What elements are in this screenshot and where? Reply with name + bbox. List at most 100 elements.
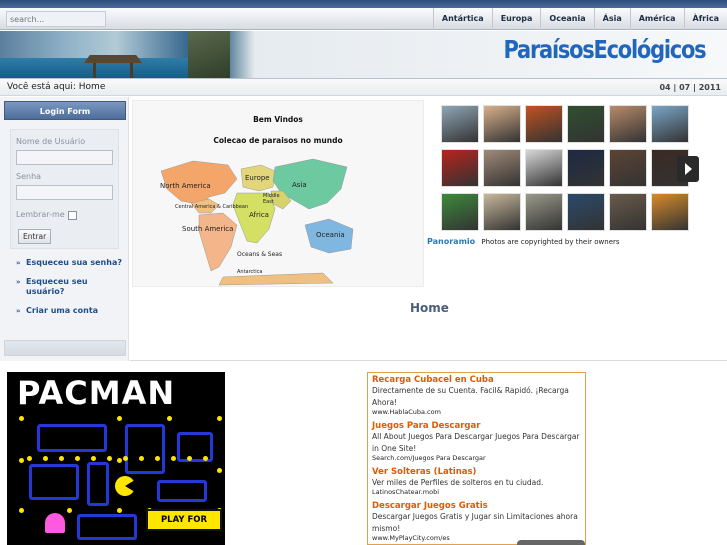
ad-item[interactable]: Descargar Juegos Gratis Descargar Juegos…: [368, 499, 585, 544]
nav-asia[interactable]: Ásia: [593, 8, 630, 30]
password-field[interactable]: [16, 185, 113, 200]
panoramio-caption: Photos are copyrighted by their owners: [481, 238, 620, 246]
forgot-username-link[interactable]: » Esqueceu seu usuário?: [16, 277, 126, 297]
forgot-password-link[interactable]: » Esqueceu sua senha?: [16, 258, 126, 268]
map-label-oceans: Oceans & Seas: [237, 251, 283, 258]
pellet-icon: [43, 456, 48, 461]
photo-thumbnail[interactable]: [567, 105, 605, 143]
remember-checkbox[interactable]: [68, 211, 77, 220]
photo-thumbnail[interactable]: [525, 149, 563, 187]
ad-description: All About Juegos Para Descargar Juegos P…: [372, 432, 580, 453]
ad-item[interactable]: Juegos Para Descargar All About Juegos P…: [368, 419, 585, 465]
header-banner: ParaísosEcológicos: [0, 31, 727, 78]
photo-thumbnail[interactable]: [483, 193, 521, 231]
map-label-africa: Africa: [249, 211, 269, 219]
pellet-icon: [171, 456, 176, 461]
ad-description: Descargar Juegos Gratis y Jugar sin Limi…: [372, 512, 578, 533]
photo-thumbnail[interactable]: [609, 149, 647, 187]
ghost-icon: [45, 513, 65, 533]
sidebar-footer: [4, 340, 126, 356]
map-label-south-america: South America: [182, 225, 234, 233]
photo-thumbnail[interactable]: [525, 193, 563, 231]
map-label-europe: Europe: [245, 174, 270, 182]
pacman-ad-title: PACMAN: [17, 374, 176, 412]
ad-description: Ver miles de Perfiles de solteros en tu …: [372, 478, 544, 487]
pellet-icon: [91, 456, 96, 461]
nav-africa[interactable]: Àfrica: [683, 8, 727, 30]
photo-thumbnail[interactable]: [651, 193, 689, 231]
ads-by-google-tab[interactable]: [517, 540, 585, 545]
ad-url[interactable]: Search.com/Juegos Para Descargar: [372, 455, 581, 462]
ad-title[interactable]: Descargar Juegos Gratis: [372, 501, 581, 511]
ad-url[interactable]: www.HablaCuba.com: [372, 409, 581, 416]
pellet-icon: [59, 456, 64, 461]
forgot-password-text: Esqueceu sua senha?: [26, 258, 122, 267]
sponsored-ads-box: Recarga Cubacel en Cuba Directamente de …: [367, 372, 586, 545]
photo-thumbnail[interactable]: [483, 149, 521, 187]
nav-europa[interactable]: Europa: [491, 8, 541, 30]
username-field[interactable]: [16, 150, 113, 165]
banner-hut-image: [84, 55, 142, 63]
panoramio-logo[interactable]: Panoramio: [427, 237, 475, 246]
photo-thumbnail[interactable]: [609, 105, 647, 143]
pellet-icon: [117, 416, 122, 421]
breadcrumb-bar: Você está aqui: Home 04 | 07 | 2011: [0, 78, 727, 96]
photo-thumbnail[interactable]: [609, 193, 647, 231]
bullet-icon: »: [16, 307, 21, 315]
bullet-icon: »: [16, 278, 21, 286]
login-submit-button[interactable]: Entrar: [18, 229, 52, 244]
password-label: Senha: [16, 172, 42, 181]
bullet-icon: »: [16, 259, 21, 267]
pellet-icon: [75, 456, 80, 461]
map-label-middle-east: Middle East: [263, 193, 280, 205]
pellet-icon: [139, 456, 144, 461]
banner-hut-post: [93, 63, 96, 78]
pellet-icon: [27, 456, 32, 461]
breadcrumb-prefix: Você está aqui:: [7, 82, 76, 92]
maze-wall: [87, 462, 109, 506]
breadcrumb-current: Home: [78, 82, 106, 92]
nav-america[interactable]: América: [629, 8, 684, 30]
play-for-free-button[interactable]: PLAY FOR FREE: [146, 509, 222, 543]
pellet-icon: [155, 456, 160, 461]
panoramio-photo-grid: [427, 100, 723, 248]
maze-wall: [77, 514, 137, 540]
site-logo-title[interactable]: ParaísosEcológicos: [503, 35, 706, 64]
pellet-icon: [217, 416, 222, 421]
photo-thumbnail[interactable]: [441, 105, 479, 143]
map-label-antarctica: Antarctica: [237, 269, 263, 275]
region-nav: Antártica Europa Oceania Ásia América Àf…: [432, 8, 727, 30]
next-arrow-icon[interactable]: [677, 156, 699, 182]
maze-wall: [125, 424, 165, 474]
photo-thumbnail[interactable]: [441, 149, 479, 187]
pellet-icon: [217, 468, 222, 473]
photo-thumbnail[interactable]: [567, 149, 605, 187]
create-account-link[interactable]: » Criar uma conta: [16, 306, 126, 316]
ad-item[interactable]: Recarga Cubacel en Cuba Directamente de …: [368, 373, 585, 419]
pellet-icon: [19, 508, 24, 513]
photo-thumbnail[interactable]: [525, 105, 563, 143]
ad-title[interactable]: Recarga Cubacel en Cuba: [372, 375, 581, 385]
map-label-oceania: Oceania: [316, 231, 345, 239]
ad-title[interactable]: Juegos Para Descargar: [372, 421, 581, 431]
photo-thumbnail[interactable]: [483, 105, 521, 143]
photo-thumbnail[interactable]: [567, 193, 605, 231]
photo-thumbnail[interactable]: [651, 105, 689, 143]
pacman-ad-banner[interactable]: PACMAN PLAY FOR FREE: [7, 372, 225, 545]
pellet-icon: [187, 456, 192, 461]
map-label-north-america: North America: [160, 182, 211, 190]
ad-item[interactable]: Ver Solteras (Latinas) Ver miles de Perf…: [368, 465, 585, 499]
ad-title[interactable]: Ver Solteras (Latinas): [372, 467, 581, 477]
ad-url[interactable]: LatinosChatear.mobi: [372, 489, 581, 496]
nav-antartica[interactable]: Antártica: [432, 8, 492, 30]
map-label-central-america: Central America & Caribbean: [175, 204, 249, 210]
pellet-icon: [117, 458, 122, 463]
pellet-icon: [167, 416, 172, 421]
banner-hut-post: [130, 63, 133, 78]
top-navbar: Antártica Europa Oceania Ásia América Àf…: [0, 8, 727, 30]
photo-thumbnail[interactable]: [441, 193, 479, 231]
nav-oceania[interactable]: Oceania: [540, 8, 593, 30]
search-input[interactable]: [6, 11, 106, 27]
breadcrumb: Você está aqui: Home: [7, 82, 105, 92]
maze-wall: [37, 424, 107, 452]
